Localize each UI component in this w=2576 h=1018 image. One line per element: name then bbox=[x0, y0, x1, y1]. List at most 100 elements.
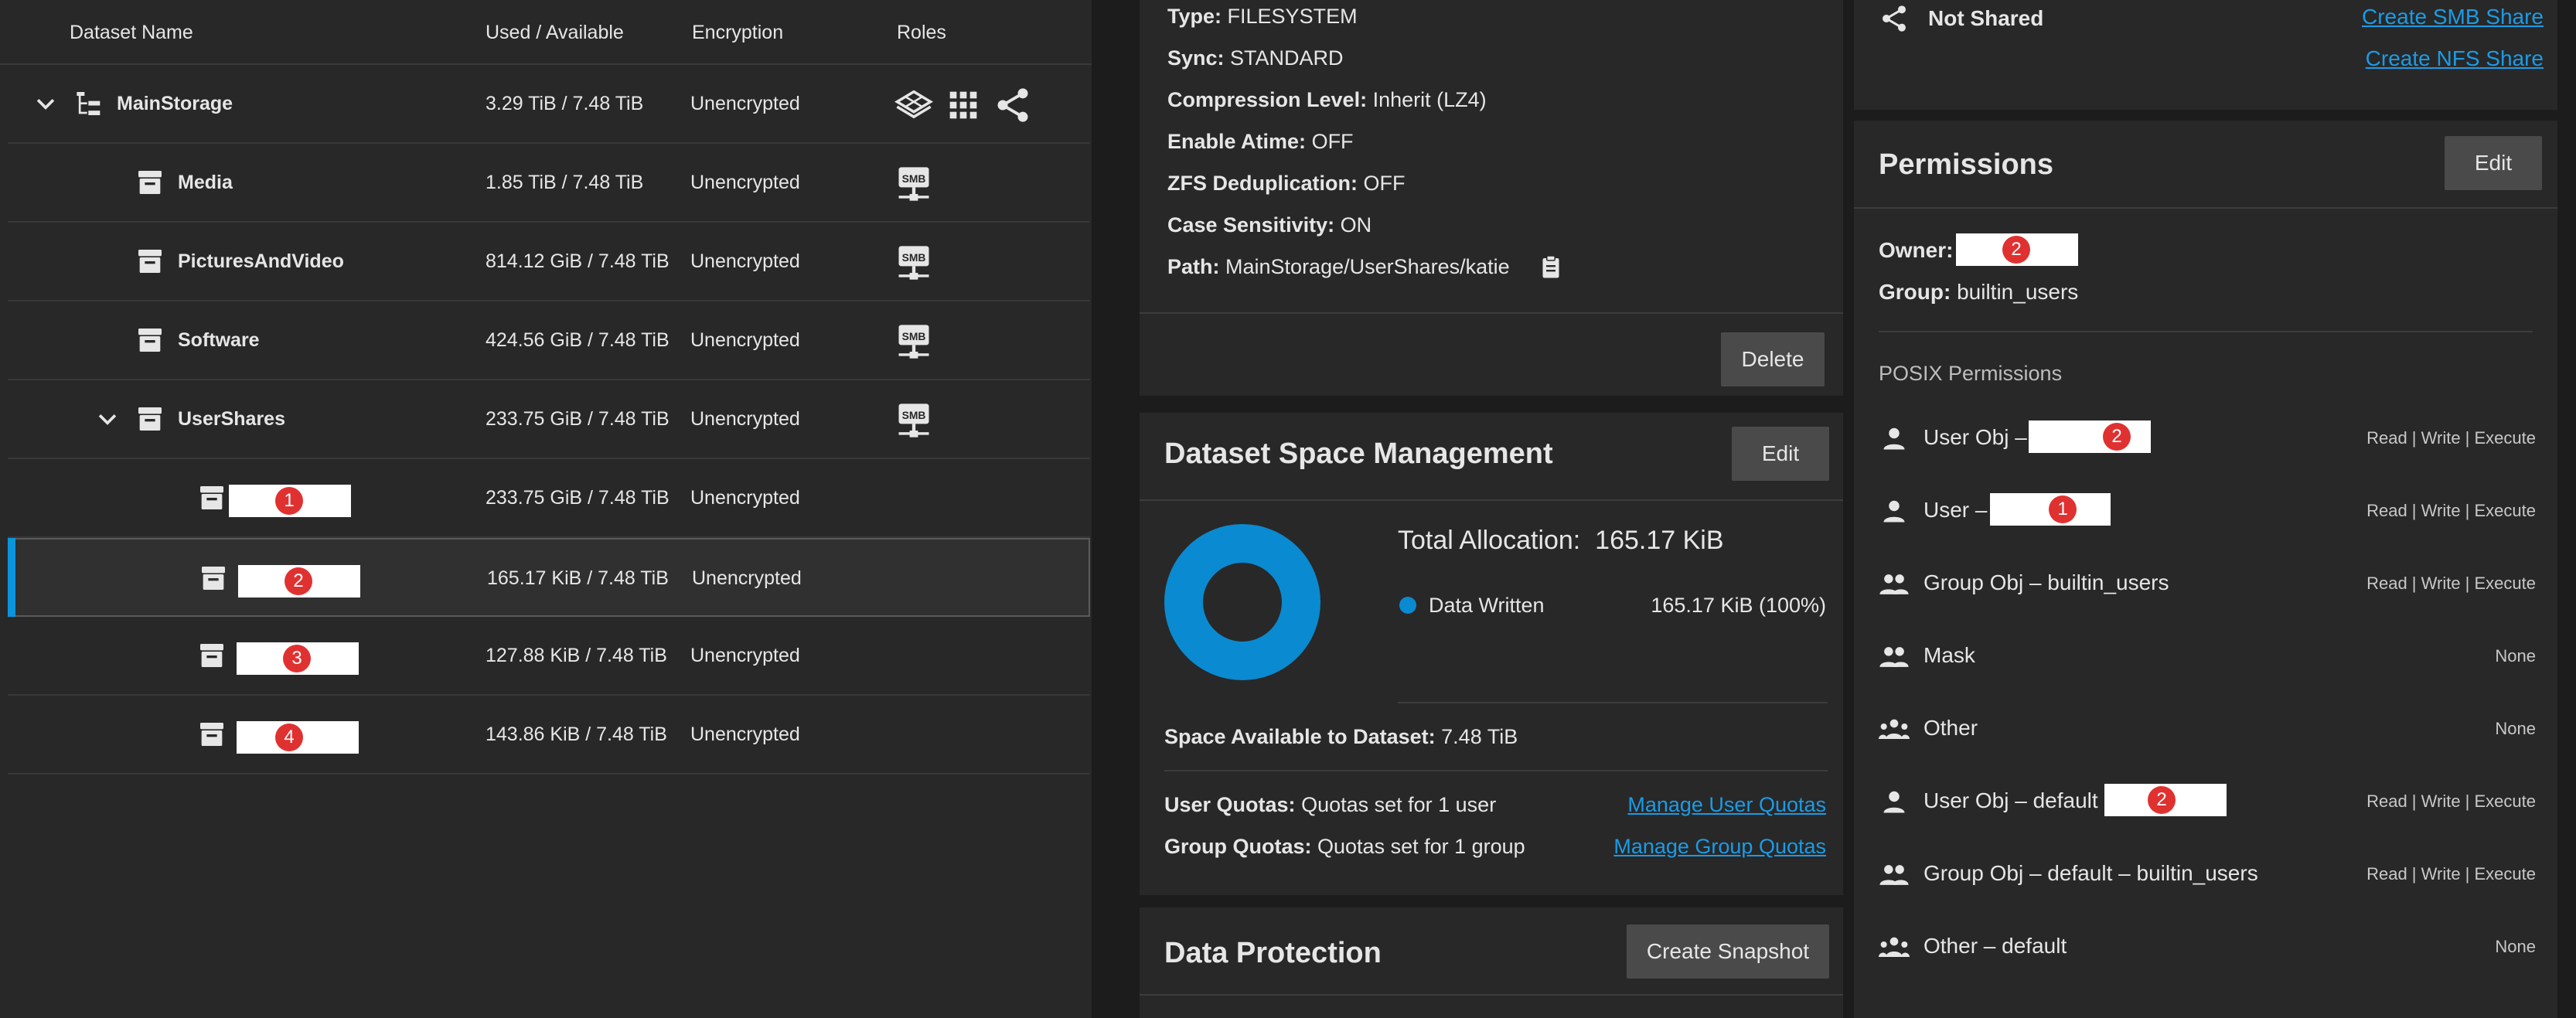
data-protection-card: Data Protection Create Snapshot bbox=[1140, 907, 1843, 1018]
permission-entry-other-default[interactable]: Other – default None bbox=[1855, 923, 2536, 969]
dataset-row-media[interactable]: Media 1.85 TiB / 7.48 TiB Unencrypted SM… bbox=[8, 144, 1090, 223]
annotation-badge: 1 bbox=[275, 487, 303, 515]
groups-icon bbox=[1879, 719, 1910, 739]
storage-pool-icon[interactable] bbox=[894, 85, 934, 125]
owner-label: Owner: bbox=[1879, 238, 1954, 262]
divider bbox=[1164, 770, 1828, 771]
group-quotas-line: Group Quotas: Quotas set for 1 group bbox=[1164, 835, 1525, 858]
dataset-name: UserShares bbox=[178, 408, 285, 430]
dataset-encryption: Unencrypted bbox=[690, 172, 800, 193]
space-management-title: Dataset Space Management bbox=[1164, 438, 1553, 470]
atime-line: Enable Atime: OFF bbox=[1167, 130, 1354, 153]
redacted-dataset-name: 4 bbox=[237, 721, 359, 754]
dataset-icon bbox=[138, 407, 162, 431]
space-edit-button[interactable]: Edit bbox=[1732, 427, 1829, 481]
dataset-icon bbox=[202, 567, 225, 590]
divider bbox=[1140, 994, 1843, 996]
case-sensitivity-line: Case Sensitivity: ON bbox=[1167, 213, 1372, 237]
legend-value: 165.17 KiB (100%) bbox=[1651, 594, 1826, 617]
redacted-user: 2 bbox=[2104, 784, 2227, 816]
dataset-row-usershares[interactable]: UserShares 233.75 GiB / 7.48 TiB Unencry… bbox=[8, 380, 1090, 459]
dataset-tree-header: Dataset Name Used / Available Encryption… bbox=[0, 0, 1092, 65]
create-snapshot-button[interactable]: Create Snapshot bbox=[1627, 924, 1829, 979]
dataset-row-picturesandvideo[interactable]: PicturesAndVideo 814.12 GiB / 7.48 TiB U… bbox=[8, 223, 1090, 301]
redacted-owner: 2 bbox=[1956, 233, 2078, 266]
allocation-donut-chart bbox=[1164, 524, 1320, 680]
chevron-down-icon[interactable] bbox=[32, 91, 59, 117]
dataset-icon bbox=[200, 486, 223, 509]
user-quotas-line: User Quotas: Quotas set for 1 user bbox=[1164, 793, 1497, 816]
column-header-dataset-name[interactable]: Dataset Name bbox=[70, 22, 193, 44]
annotation-badge: 2 bbox=[2002, 236, 2030, 264]
dataset-row-child-4[interactable]: 4 143.86 KiB / 7.48 TiB Unencrypted bbox=[8, 696, 1090, 775]
permission-entry-other[interactable]: Other None bbox=[1855, 705, 2536, 751]
manage-group-quotas-link[interactable]: Manage Group Quotas bbox=[1613, 835, 1826, 859]
dataset-name: MainStorage bbox=[117, 93, 233, 114]
apps-grid-icon[interactable] bbox=[943, 85, 983, 125]
dataset-encryption: Unencrypted bbox=[692, 567, 802, 589]
dataset-encryption: Unencrypted bbox=[690, 250, 800, 272]
dataset-encryption: Unencrypted bbox=[690, 723, 800, 745]
path-line: Path: MainStorage/UserShares/katie bbox=[1167, 255, 1510, 278]
smb-share-icon[interactable]: SMB bbox=[894, 164, 934, 204]
permission-entry-group-obj[interactable]: Group Obj – builtin_users Read | Write |… bbox=[1855, 560, 2536, 606]
permission-entry-user[interactable]: User – 1 Read | Write | Execute bbox=[1855, 487, 2536, 533]
group-line: Group: builtin_users bbox=[1879, 280, 2079, 304]
sync-line: Sync: STANDARD bbox=[1167, 46, 1344, 70]
annotation-badge: 2 bbox=[2103, 423, 2131, 451]
dataset-used: 233.75 GiB / 7.48 TiB bbox=[486, 487, 670, 509]
redacted-user: 1 bbox=[1990, 493, 2111, 526]
dataset-icon bbox=[138, 171, 162, 194]
dataset-row-child-2[interactable]: 2 165.17 KiB / 7.48 TiB Unencrypted bbox=[8, 538, 1090, 617]
smb-share-icon[interactable]: SMB bbox=[894, 400, 934, 441]
dataset-details-card: Type: FILESYSTEM Sync: STANDARD Compress… bbox=[1140, 0, 1843, 396]
column-header-encryption[interactable]: Encryption bbox=[692, 22, 783, 44]
dataset-used: 3.29 TiB / 7.48 TiB bbox=[486, 93, 644, 114]
column-header-roles[interactable]: Roles bbox=[897, 22, 946, 44]
dataset-icon bbox=[138, 250, 162, 273]
dataset-encryption: Unencrypted bbox=[690, 329, 800, 351]
column-header-used-available[interactable]: Used / Available bbox=[486, 22, 624, 44]
dataset-name: PicturesAndVideo bbox=[178, 250, 344, 272]
not-shared-label: Not Shared bbox=[1928, 6, 2044, 30]
delete-button[interactable]: Delete bbox=[1721, 332, 1825, 386]
person-icon bbox=[1883, 500, 1905, 523]
copy-clipboard-icon[interactable] bbox=[1537, 254, 1565, 281]
person-icon bbox=[1883, 427, 1905, 450]
posix-permissions-label: POSIX Permissions bbox=[1879, 362, 2063, 385]
create-smb-share-link[interactable]: Create SMB Share bbox=[2362, 5, 2544, 29]
roles-sharing-card: Not Shared Create SMB Share Create NFS S… bbox=[1854, 0, 2557, 110]
chevron-down-icon[interactable] bbox=[94, 407, 121, 433]
svg-text:SMB: SMB bbox=[902, 409, 926, 421]
smb-share-icon[interactable]: SMB bbox=[894, 322, 934, 362]
dataset-row-mainstorage[interactable]: MainStorage 3.29 TiB / 7.48 TiB Unencryp… bbox=[8, 65, 1090, 144]
type-line: Type: FILESYSTEM bbox=[1167, 5, 1358, 28]
smb-share-icon[interactable]: SMB bbox=[894, 243, 934, 283]
dataset-used: 1.85 TiB / 7.48 TiB bbox=[486, 172, 644, 193]
group-icon bbox=[1879, 574, 1909, 594]
permissions-edit-button[interactable]: Edit bbox=[2445, 136, 2542, 190]
group-icon bbox=[1879, 647, 1909, 667]
dataset-used: 424.56 GiB / 7.48 TiB bbox=[486, 329, 670, 351]
permission-entry-mask[interactable]: Mask None bbox=[1855, 632, 2536, 679]
annotation-badge: 1 bbox=[2049, 495, 2077, 523]
dataset-used: 127.88 KiB / 7.48 TiB bbox=[486, 645, 667, 666]
redacted-dataset-name: 2 bbox=[238, 565, 360, 598]
dataset-encryption: Unencrypted bbox=[690, 645, 800, 666]
total-allocation: Total Allocation: 165.17 KiB bbox=[1398, 526, 1724, 555]
permission-entry-user-obj[interactable]: User Obj – 2 Read | Write | Execute bbox=[1855, 414, 2536, 461]
redacted-dataset-name: 1 bbox=[229, 485, 351, 517]
share-icon[interactable] bbox=[993, 85, 1033, 125]
divider bbox=[1140, 312, 1843, 314]
svg-text:SMB: SMB bbox=[902, 172, 926, 185]
manage-user-quotas-link[interactable]: Manage User Quotas bbox=[1627, 793, 1826, 817]
permission-entry-user-obj-default[interactable]: User Obj – default 2 Read | Write | Exec… bbox=[1855, 778, 2536, 824]
legend-label: Data Written bbox=[1429, 594, 1545, 617]
create-nfs-share-link[interactable]: Create NFS Share bbox=[2366, 46, 2544, 71]
dataset-row-child-1[interactable]: 1 233.75 GiB / 7.48 TiB Unencrypted bbox=[8, 459, 1090, 538]
dataset-row-software[interactable]: Software 424.56 GiB / 7.48 TiB Unencrypt… bbox=[8, 301, 1090, 380]
dataset-used: 165.17 KiB / 7.48 TiB bbox=[487, 567, 669, 589]
dataset-row-child-3[interactable]: 3 127.88 KiB / 7.48 TiB Unencrypted bbox=[8, 617, 1090, 696]
permission-entry-group-obj-default[interactable]: Group Obj – default – builtin_users Read… bbox=[1855, 850, 2536, 897]
dataset-encryption: Unencrypted bbox=[690, 487, 800, 509]
